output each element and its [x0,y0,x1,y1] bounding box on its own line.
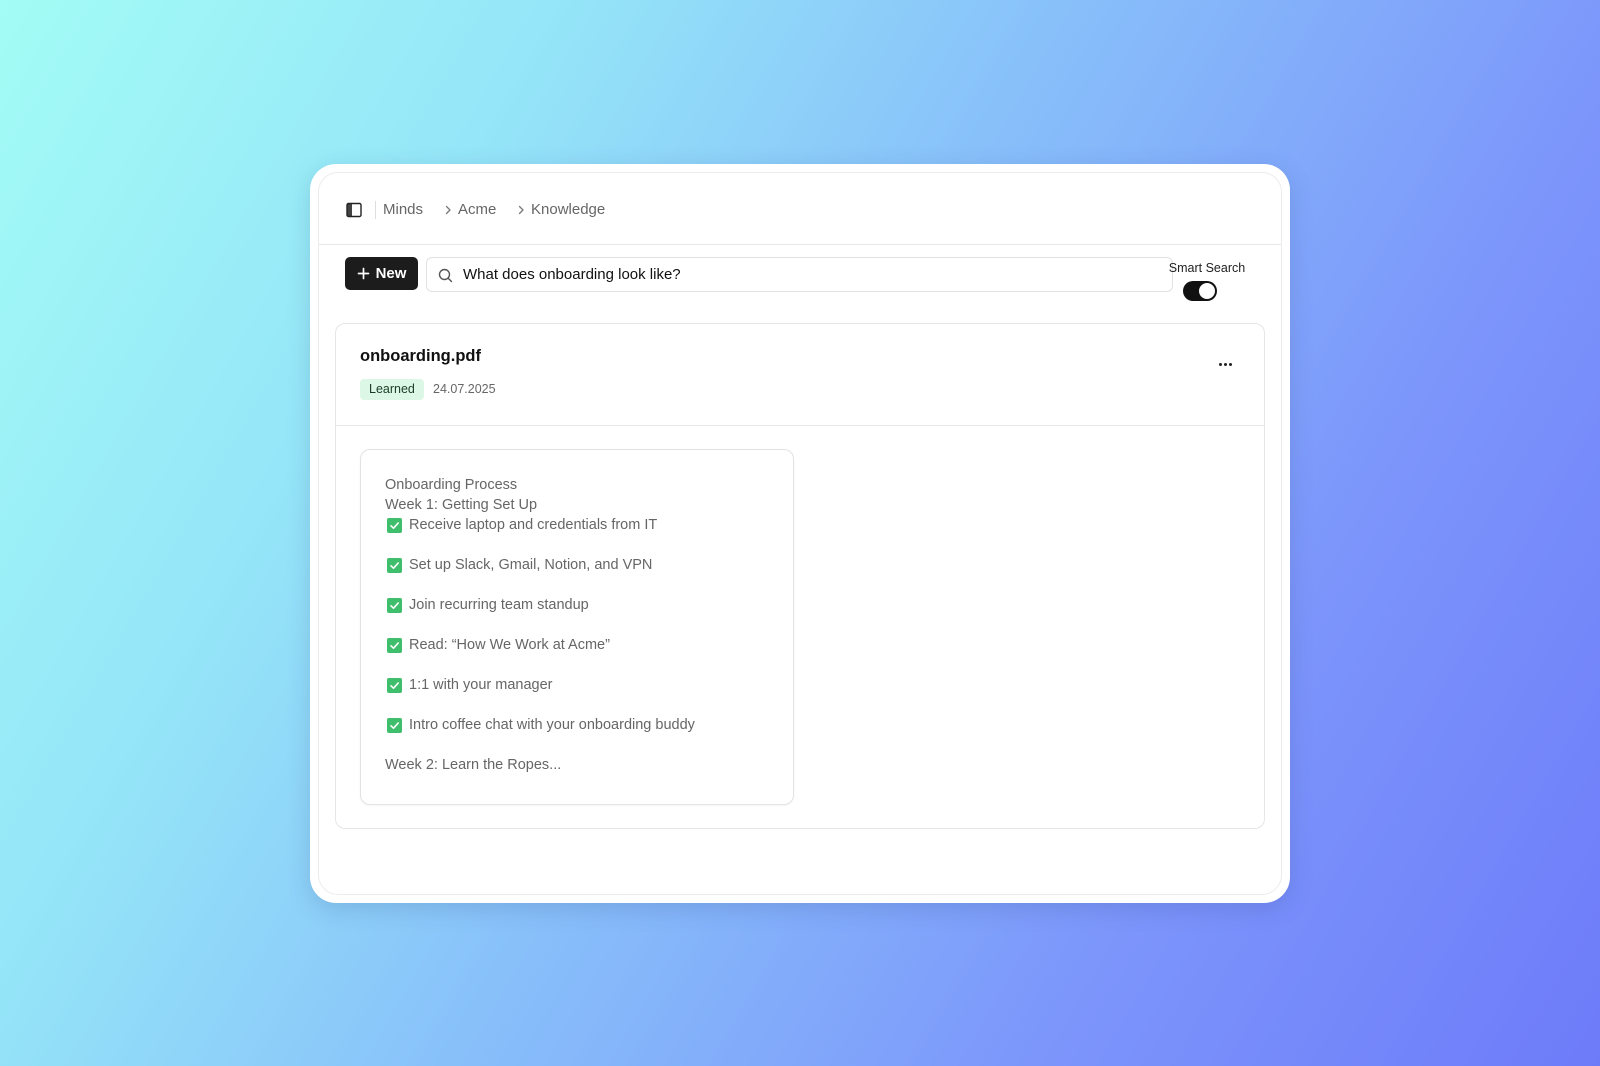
chevron-right-icon [518,205,524,215]
document-title[interactable]: onboarding.pdf [360,347,481,366]
document-header: onboarding.pdf Learned 24.07.2025 [336,324,1264,426]
window-content: Minds Acme Knowledge New What does onboa… [318,172,1282,895]
checkbox-checked-icon [387,517,402,533]
checklist-item: Set up Slack, Gmail, Notion, and VPN [387,556,652,574]
checkbox-checked-icon [387,677,402,693]
checkbox-checked-icon [387,717,402,733]
checklist-item-label: Join recurring team standup [409,597,589,613]
checklist-item: Read: “How We Work at Acme” [387,636,610,654]
checklist-item: 1:1 with your manager [387,676,552,694]
breadcrumb-item-knowledge[interactable]: Knowledge [531,201,605,219]
plus-icon [357,267,369,280]
checklist-item: Join recurring team standup [387,596,589,614]
document-date: 24.07.2025 [433,382,496,396]
checklist-item-label: Read: “How We Work at Acme” [409,637,610,653]
sidebar-toggle-icon[interactable] [346,202,362,218]
checkbox-checked-icon [387,597,402,613]
search-input[interactable] [463,258,1153,291]
preview-next-section: Week 2: Learn the Ropes... [385,757,562,773]
topbar-divider [375,201,376,219]
app-window: Minds Acme Knowledge New What does onboa… [310,164,1290,903]
new-button[interactable]: New [345,257,418,290]
checkbox-checked-icon [387,637,402,653]
document-preview[interactable]: Onboarding Process Week 1: Getting Set U… [360,449,794,805]
document-card: onboarding.pdf Learned 24.07.2025 Onboar… [335,323,1265,829]
smart-search-label: Smart Search [1168,261,1246,275]
checklist-item-label: Intro coffee chat with your onboarding b… [409,717,695,733]
preview-title: Onboarding Process [385,477,518,493]
more-options-button[interactable] [1212,354,1238,374]
checklist-item-label: 1:1 with your manager [409,677,553,693]
chevron-right-icon [445,205,451,215]
preview-section: Week 1: Getting Set Up [385,497,538,513]
status-badge: Learned [360,379,424,400]
checklist-item: Receive laptop and credentials from IT [387,516,657,534]
checkbox-checked-icon [387,557,402,573]
more-horizontal-icon [1218,362,1222,366]
checklist-item-label: Set up Slack, Gmail, Notion, and VPN [409,557,653,573]
breadcrumb-item-minds[interactable]: Minds [383,201,423,219]
checklist-item-label: Receive laptop and credentials from IT [409,517,658,533]
search-bar[interactable] [426,257,1173,292]
search-icon [438,268,453,283]
smart-search-toggle[interactable] [1183,281,1217,301]
new-button-label: New [375,265,407,282]
topbar: Minds Acme Knowledge [319,173,1281,245]
checklist-item: Intro coffee chat with your onboarding b… [387,716,695,734]
breadcrumb-item-acme[interactable]: Acme [458,201,496,219]
toggle-knob [1199,283,1215,299]
